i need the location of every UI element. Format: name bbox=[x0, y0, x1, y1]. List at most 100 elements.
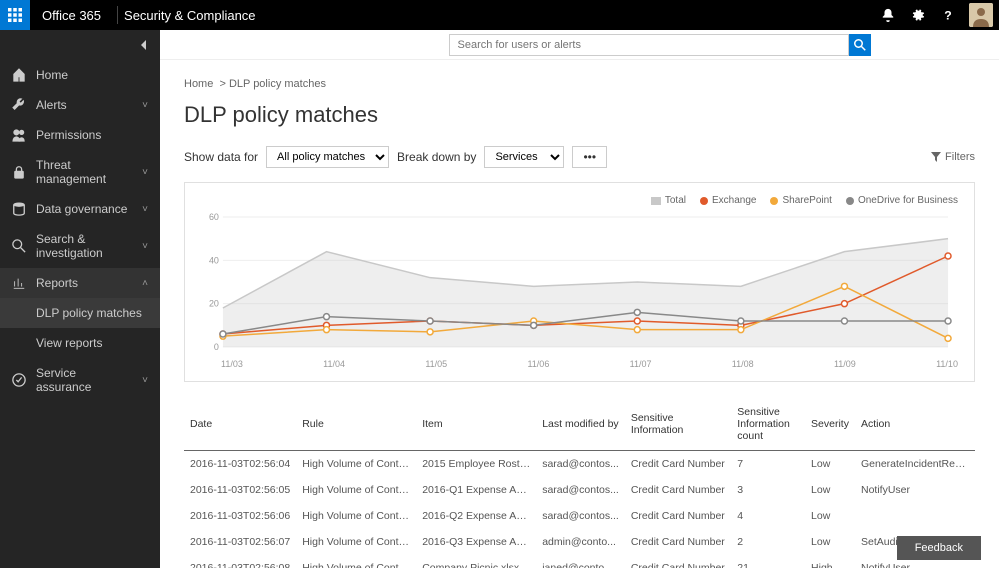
xaxis-tick: 11/06 bbox=[527, 359, 549, 369]
table-column-header[interactable]: Severity bbox=[805, 398, 855, 451]
table-cell: 2016-Q2 Expense Accoun... bbox=[416, 503, 536, 529]
sidebar-item-permissions[interactable]: Permissions bbox=[0, 120, 160, 150]
permissions-icon bbox=[12, 128, 26, 142]
search-row bbox=[160, 30, 999, 60]
table-cell: sarad@contos... bbox=[536, 451, 625, 478]
table-cell: sarad@contos... bbox=[536, 477, 625, 503]
legend-item: SharePoint bbox=[770, 195, 831, 206]
table-cell: 2016-11-03T02:56:06 bbox=[184, 503, 296, 529]
page-title: DLP policy matches bbox=[184, 102, 975, 128]
show-data-for-label: Show data for bbox=[184, 150, 258, 164]
table-cell: 3 bbox=[731, 477, 805, 503]
search-button[interactable] bbox=[849, 34, 871, 56]
table-column-header[interactable]: Sensitive Information count bbox=[731, 398, 805, 451]
table-column-header[interactable]: Date bbox=[184, 398, 296, 451]
legend-label: SharePoint bbox=[782, 195, 831, 206]
table-row[interactable]: 2016-11-03T02:56:06High Volume of Conten… bbox=[184, 503, 975, 529]
table-cell: Credit Card Number bbox=[625, 555, 731, 568]
table-cell: 7 bbox=[731, 451, 805, 478]
sidebar-item-data-governance[interactable]: Data governance˅ bbox=[0, 194, 160, 224]
breadcrumb-home[interactable]: Home bbox=[184, 78, 213, 90]
chart-area: Total Exchange SharePoint OneDrive for B… bbox=[184, 182, 975, 382]
table-cell bbox=[855, 503, 975, 529]
feedback-button[interactable]: Feedback bbox=[897, 536, 981, 560]
search-icon bbox=[12, 239, 26, 253]
sidebar-collapse-button[interactable] bbox=[0, 30, 160, 60]
breadcrumb-current: DLP policy matches bbox=[229, 78, 326, 90]
xaxis-tick: 11/08 bbox=[732, 359, 754, 369]
svg-text:20: 20 bbox=[209, 299, 219, 309]
table-column-header[interactable]: Last modified by bbox=[536, 398, 625, 451]
subbrand-label: Security & Compliance bbox=[122, 8, 256, 23]
xaxis-tick: 11/05 bbox=[425, 359, 447, 369]
table-cell: Low bbox=[805, 529, 855, 555]
table-cell: 21 bbox=[731, 555, 805, 568]
table-column-header[interactable]: Item bbox=[416, 398, 536, 451]
table-row[interactable]: 2016-11-03T02:56:07High Volume of Conten… bbox=[184, 529, 975, 555]
legend-item: Total bbox=[651, 195, 686, 206]
sidebar-item-threat-management[interactable]: Threat management ˅ bbox=[0, 150, 160, 194]
chart-svg: 0204060 bbox=[201, 212, 958, 352]
chevron-down-icon: ˅ bbox=[142, 241, 148, 252]
break-down-by-select[interactable]: Services bbox=[484, 146, 564, 168]
more-actions-button[interactable]: ••• bbox=[572, 146, 607, 168]
sidebar-item-label: Service assurance bbox=[36, 366, 132, 394]
break-down-by-label: Break down by bbox=[397, 150, 476, 164]
table-row[interactable]: 2016-11-03T02:56:04High Volume of Conten… bbox=[184, 451, 975, 478]
avatar[interactable] bbox=[969, 3, 993, 27]
sidebar-item-home[interactable]: Home bbox=[0, 60, 160, 90]
search-icon bbox=[854, 39, 866, 51]
sidebar-item-label: DLP policy matches bbox=[36, 306, 148, 320]
home-icon bbox=[12, 68, 26, 82]
table-row[interactable]: 2016-11-03T02:56:05High Volume of Conten… bbox=[184, 477, 975, 503]
data-icon bbox=[12, 202, 26, 216]
sidebar-subitem-view-reports[interactable]: View reports bbox=[0, 328, 160, 358]
sidebar-item-search-investigation[interactable]: Search & investigation˅ bbox=[0, 224, 160, 268]
show-data-for-select[interactable]: All policy matches bbox=[266, 146, 389, 168]
table-cell: Credit Card Number bbox=[625, 503, 731, 529]
sidebar-item-reports[interactable]: Reports˄ bbox=[0, 268, 160, 298]
table-cell: Credit Card Number bbox=[625, 529, 731, 555]
help-icon[interactable]: ? bbox=[933, 0, 963, 30]
sidebar-item-service-assurance[interactable]: Service assurance ˅ bbox=[0, 358, 160, 402]
table-cell: High Volume of Content... bbox=[296, 503, 416, 529]
legend-swatch bbox=[651, 197, 661, 205]
sidebar-item-label: Data governance bbox=[36, 202, 132, 216]
table-column-header[interactable]: Action bbox=[855, 398, 975, 451]
chart-icon bbox=[12, 276, 26, 290]
app-launcher-button[interactable] bbox=[0, 0, 30, 30]
table-cell: sarad@contos... bbox=[536, 503, 625, 529]
svg-text:60: 60 bbox=[209, 212, 219, 222]
table-column-header[interactable]: Sensitive Information bbox=[625, 398, 731, 451]
table-cell: High Volume of Content... bbox=[296, 529, 416, 555]
notifications-icon[interactable] bbox=[873, 0, 903, 30]
sidebar-item-label: Threat management bbox=[36, 158, 132, 186]
table-cell: 2015 Employee Roster.xlsx bbox=[416, 451, 536, 478]
search-input[interactable] bbox=[449, 34, 849, 56]
header-right: ? bbox=[873, 0, 999, 30]
sidebar-item-label: View reports bbox=[36, 336, 148, 350]
xaxis-tick: 11/07 bbox=[630, 359, 652, 369]
check-icon bbox=[12, 373, 26, 387]
legend-item: Exchange bbox=[700, 195, 756, 206]
table-cell: GenerateIncidentReport bbox=[855, 451, 975, 478]
table-cell: Company Picnic.xlsx bbox=[416, 555, 536, 568]
legend-item: OneDrive for Business bbox=[846, 195, 958, 206]
xaxis-tick: 11/04 bbox=[323, 359, 345, 369]
table-column-header[interactable]: Rule bbox=[296, 398, 416, 451]
table-cell: 2 bbox=[731, 529, 805, 555]
table-row[interactable]: 2016-11-03T02:56:08High Volume of Conten… bbox=[184, 555, 975, 568]
chevron-down-icon: ˅ bbox=[142, 100, 148, 111]
table-cell: janed@conto... bbox=[536, 555, 625, 568]
filters-link[interactable]: Filters bbox=[931, 151, 975, 163]
sidebar-item-alerts[interactable]: Alerts˅ bbox=[0, 90, 160, 120]
chart-legend: Total Exchange SharePoint OneDrive for B… bbox=[201, 195, 958, 206]
svg-text:0: 0 bbox=[214, 342, 219, 352]
sidebar-item-label: Permissions bbox=[36, 128, 148, 142]
chevron-down-icon: ˅ bbox=[142, 375, 148, 386]
chevron-down-icon: ˅ bbox=[142, 167, 148, 178]
sidebar-subitem-dlp-policy-matches[interactable]: DLP policy matches bbox=[0, 298, 160, 328]
gear-icon[interactable] bbox=[903, 0, 933, 30]
breadcrumb: Home > DLP policy matches bbox=[184, 78, 975, 90]
legend-label: OneDrive for Business bbox=[858, 195, 958, 206]
